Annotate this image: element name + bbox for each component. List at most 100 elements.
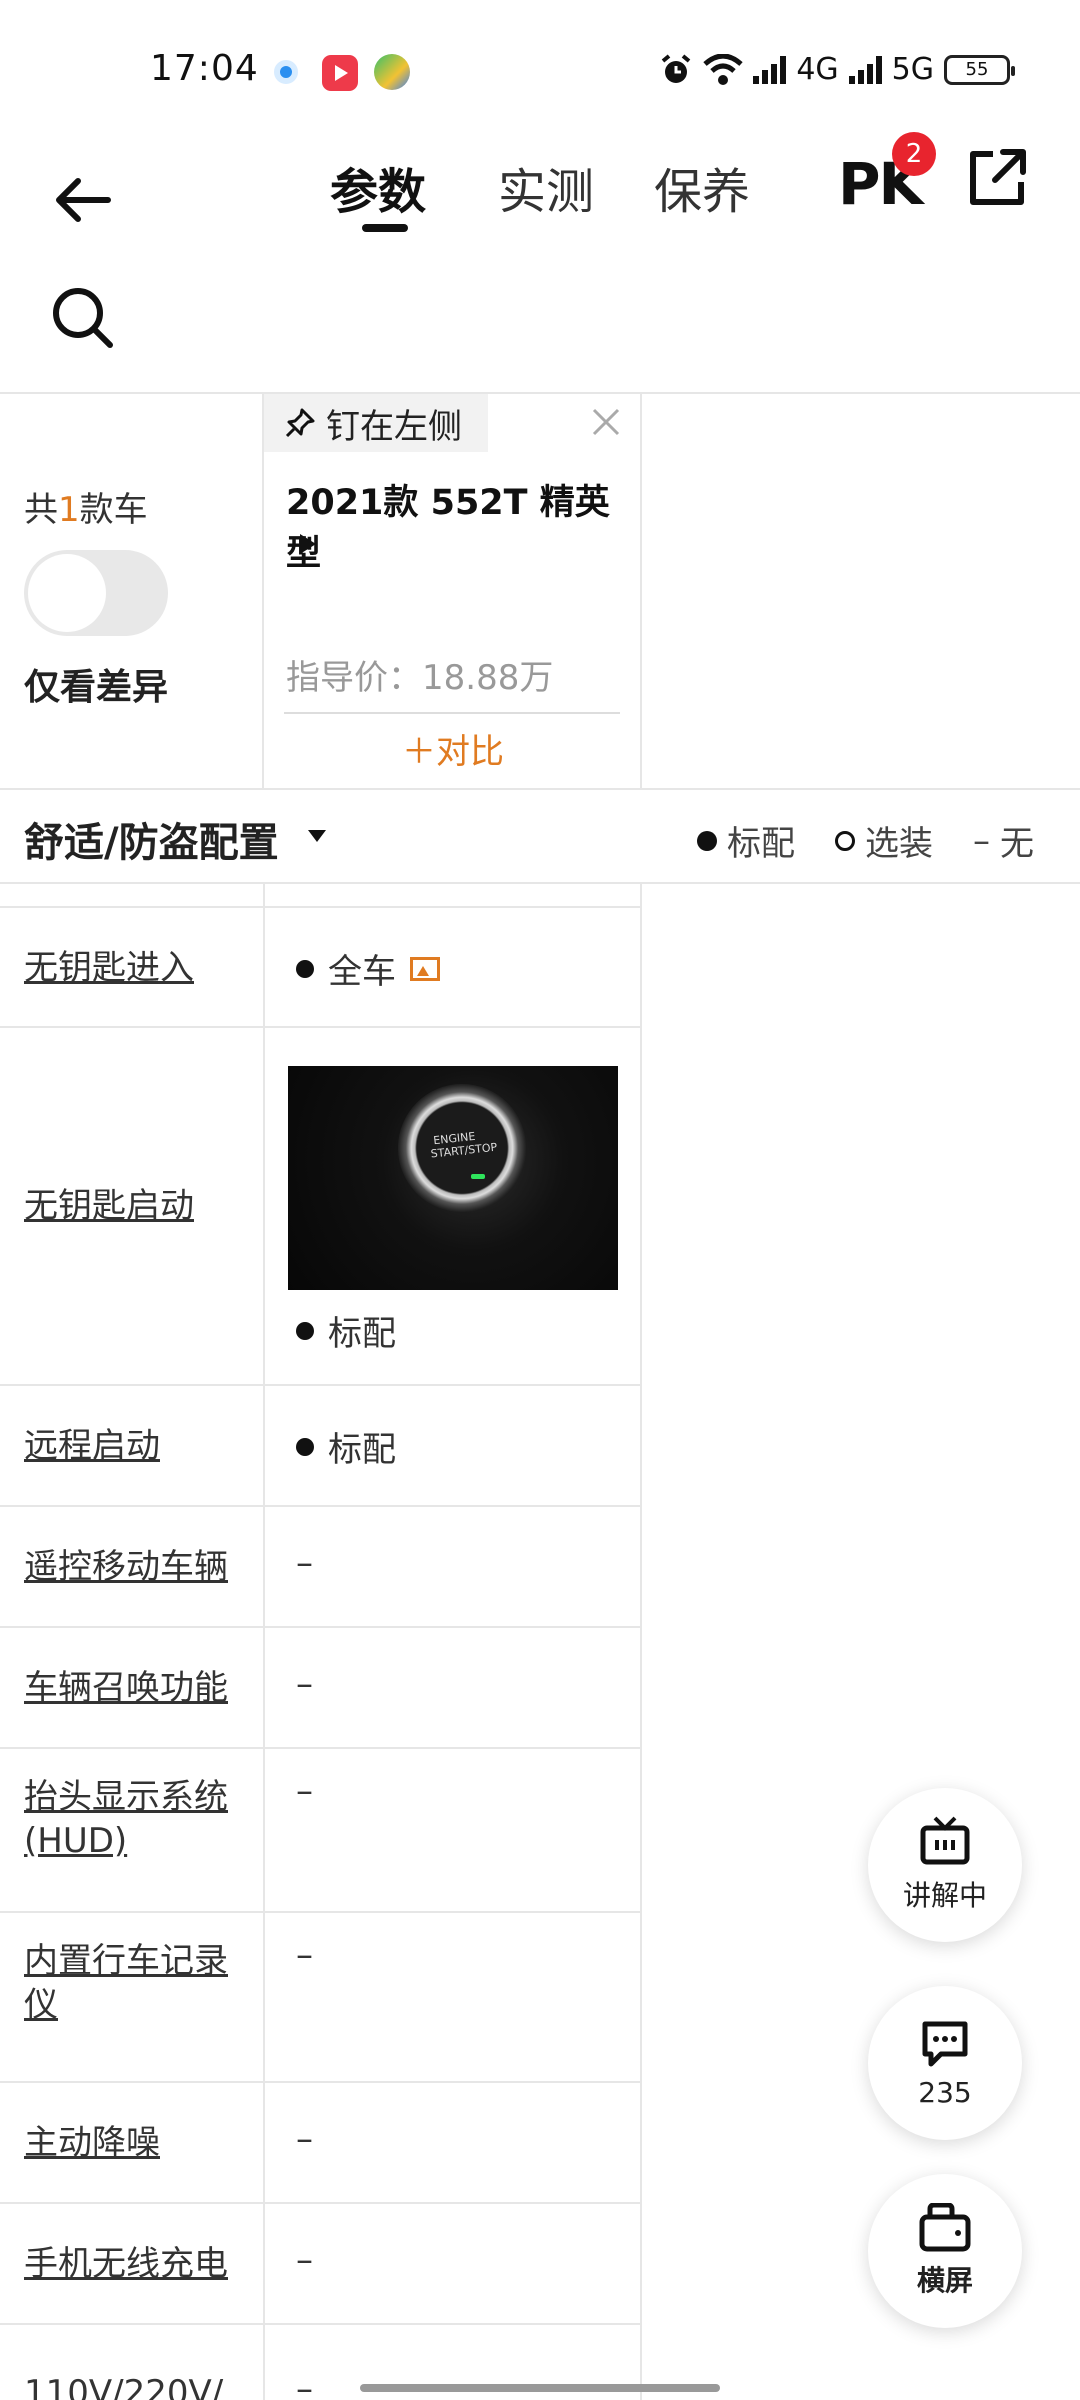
- top-nav: 参数 实测 保养 PK 2: [0, 132, 1080, 260]
- pin-left-label: 钉在左侧: [326, 406, 462, 447]
- back-arrow-icon[interactable]: [48, 165, 118, 235]
- guide-price: 指导价：18.88万: [286, 658, 554, 698]
- config-table: 无钥匙进入 全车 无钥匙启动 ENGINE START/STOP 标配 远程启动…: [0, 884, 642, 2400]
- row-value: –: [296, 1543, 313, 1583]
- column-divider: [263, 2083, 265, 2202]
- table-row: 远程启动 标配: [0, 1386, 642, 1507]
- search-icon[interactable]: [48, 283, 118, 353]
- comments-count: 235: [918, 2075, 972, 2109]
- car-model-name[interactable]: 2021款 552T 精英型: [286, 474, 640, 576]
- row-label[interactable]: 内置行车记录仪: [24, 1939, 244, 2027]
- column-divider: [640, 1386, 642, 1505]
- filled-dot-icon: [296, 1321, 314, 1340]
- table-row: 遥控移动车辆 –: [0, 1507, 642, 1628]
- pin-left-button[interactable]: 钉在左侧: [264, 394, 488, 452]
- landscape-button[interactable]: 横屏: [868, 2174, 1022, 2328]
- column-divider: [263, 1386, 265, 1505]
- photo-caption: ENGINE START/STOP: [430, 1129, 498, 1161]
- explain-label: 讲解中: [902, 1879, 987, 1912]
- column-divider: [640, 884, 642, 906]
- row-label[interactable]: 远程启动: [24, 1424, 244, 1468]
- network-5g-label: 5G: [891, 52, 934, 87]
- diff-only-toggle[interactable]: [24, 550, 168, 636]
- add-compare-button[interactable]: ＋对比: [264, 724, 642, 784]
- share-icon[interactable]: [965, 146, 1029, 210]
- game-app-icon: [374, 54, 410, 90]
- diff-only-label: 仅看差异: [24, 667, 169, 708]
- wifi-icon: [703, 53, 743, 85]
- row-label[interactable]: 手机无线充电: [24, 2242, 254, 2286]
- row-value: –: [296, 2119, 313, 2159]
- play-triangle-icon[interactable]: [300, 534, 316, 554]
- signal-icon: [848, 55, 882, 84]
- filled-dot-icon: [697, 830, 717, 851]
- battery-level: 55: [965, 59, 989, 80]
- column-divider: [640, 1913, 642, 2081]
- column-divider: [263, 1913, 265, 2081]
- network-4g-label: 4G: [796, 52, 839, 87]
- toggle-knob: [28, 554, 106, 632]
- row-label[interactable]: 无钥匙进入: [24, 946, 244, 990]
- filled-dot-icon: [296, 1437, 314, 1456]
- column-divider: [640, 2204, 642, 2323]
- row-value-text: 全车: [328, 952, 396, 992]
- column-divider: [263, 884, 265, 906]
- legend-standard-label: 标配: [727, 824, 795, 864]
- header-left-column: 共1款车 仅看差异: [0, 394, 264, 790]
- column-divider: [640, 1507, 642, 1626]
- row-label[interactable]: 无钥匙启动: [24, 1184, 244, 1228]
- row-label[interactable]: 110V/220V/: [24, 2371, 244, 2400]
- row-value: –: [296, 2240, 313, 2280]
- column-divider: [263, 1628, 265, 1747]
- row-label[interactable]: 抬头显示系统(HUD): [24, 1775, 244, 1863]
- legend-standard: 标配: [697, 816, 795, 865]
- table-row-partial: [0, 884, 642, 908]
- column-divider: [263, 2204, 265, 2323]
- row-value: –: [296, 1771, 313, 1811]
- alarm-icon: [662, 53, 691, 83]
- close-icon[interactable]: [586, 402, 626, 442]
- column-divider: [640, 1628, 642, 1747]
- row-label[interactable]: 车辆召唤功能: [24, 1666, 254, 1710]
- video-app-icon: [322, 55, 358, 91]
- table-row: 无钥匙进入 全车: [0, 908, 642, 1028]
- legend-optional-label: 选装: [865, 824, 933, 864]
- row-label[interactable]: 遥控移动车辆: [24, 1545, 254, 1589]
- table-row: 内置行车记录仪 –: [0, 1913, 642, 2083]
- row-value: 全车: [296, 944, 440, 993]
- rotate-screen-icon: [919, 2203, 971, 2252]
- active-tab-indicator: [362, 224, 408, 232]
- dash-icon: –: [973, 820, 990, 861]
- tab-test[interactable]: 实测: [498, 152, 594, 222]
- tab-maintenance[interactable]: 保养: [654, 152, 750, 222]
- explain-button[interactable]: 讲解中: [868, 1788, 1022, 1942]
- row-label[interactable]: 主动降噪: [24, 2121, 244, 2165]
- column-divider: [263, 1749, 265, 1911]
- home-indicator[interactable]: [360, 2384, 720, 2392]
- pin-icon: [285, 408, 315, 438]
- feature-photo[interactable]: ENGINE START/STOP: [288, 1066, 618, 1290]
- row-value: –: [296, 2369, 313, 2400]
- comment-icon: [922, 2021, 968, 2066]
- car-count-prefix: 共: [24, 490, 58, 530]
- row-value: 标配: [296, 1306, 396, 1355]
- landscape-label: 横屏: [916, 2264, 973, 2297]
- row-value: –: [296, 1935, 313, 1975]
- section-title[interactable]: 舒适/防盗配置: [24, 810, 279, 868]
- caret-down-icon[interactable]: [308, 830, 326, 842]
- legend-none-label: 无: [1000, 824, 1034, 864]
- car-count-suffix: 款车: [79, 490, 148, 530]
- table-row: 抬头显示系统(HUD) –: [0, 1749, 642, 1913]
- car-count-number: 1: [58, 490, 80, 530]
- tab-params[interactable]: 参数: [330, 152, 426, 222]
- column-divider: [640, 1028, 642, 1384]
- section-header: 舒适/防盗配置 标配 选装 – 无: [0, 788, 1080, 884]
- car-column: 钉在左侧 2021款 552T 精英型 指导价：18.88万 ＋对比: [264, 394, 642, 790]
- table-row: 手机无线充电 –: [0, 2204, 642, 2325]
- comments-button[interactable]: 235: [868, 1986, 1022, 2140]
- car-count: 共1款车: [24, 482, 148, 531]
- app-notification-icon: [274, 60, 298, 84]
- tv-icon: [920, 1816, 970, 1865]
- table-row: 无钥匙启动 ENGINE START/STOP 标配: [0, 1028, 642, 1386]
- image-icon[interactable]: [410, 956, 440, 981]
